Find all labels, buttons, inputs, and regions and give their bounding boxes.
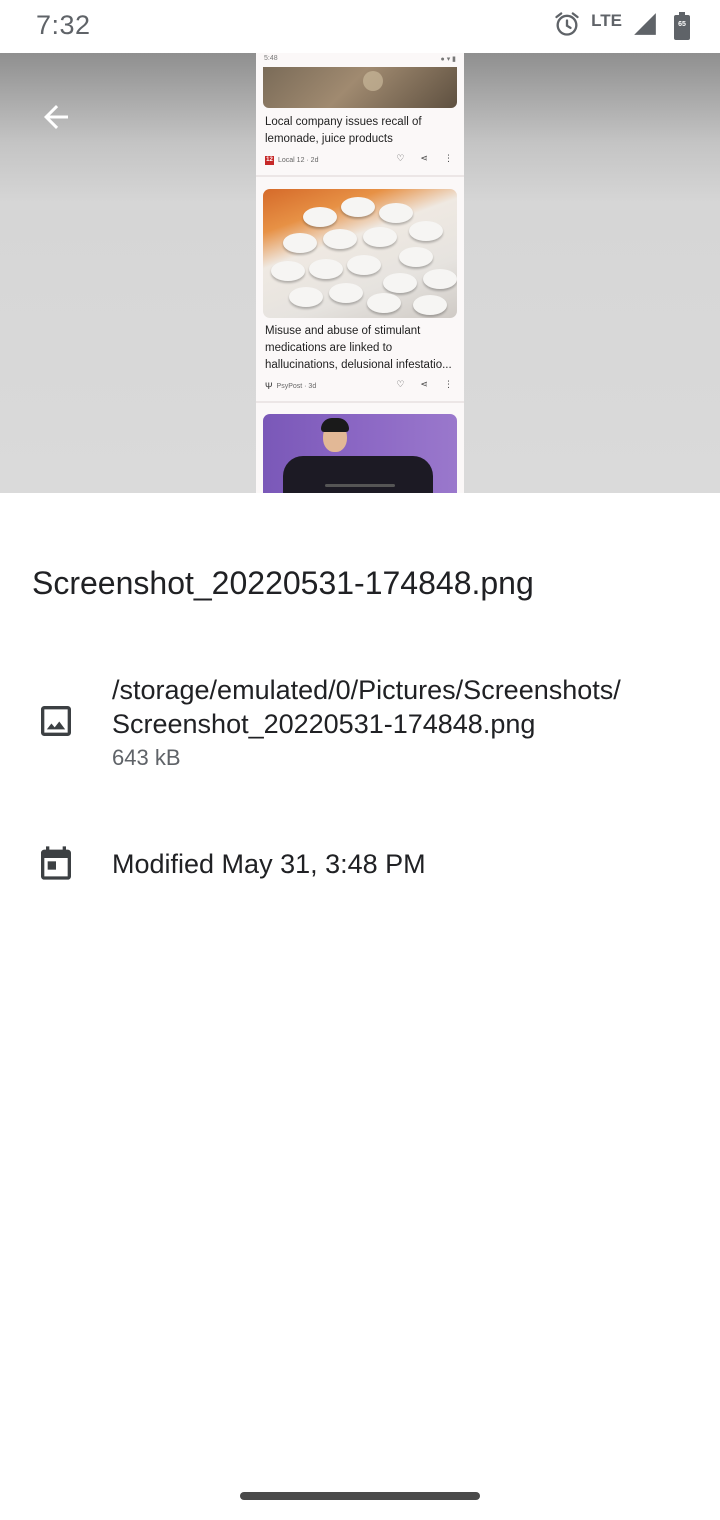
network-type: LTE <box>591 11 622 30</box>
file-name: Screenshot_20220531-174848.png <box>32 565 534 601</box>
source-logo: 12 <box>265 155 274 165</box>
share-icon: ⋖ <box>420 379 428 389</box>
image-icon <box>36 701 76 741</box>
more-icon: ⋮ <box>444 379 453 389</box>
card-source-row: Ψ PsyPost · 3d ♡ ⋖ ⋮ <box>265 379 457 393</box>
status-bar: 7:32 LTE 65 <box>0 0 720 53</box>
card-source: Local 12 · 2d <box>278 156 319 164</box>
heart-icon: ♡ <box>396 153 405 163</box>
file-path: /storage/emulated/0/Pictures/Screenshots… <box>112 673 621 775</box>
share-icon: ⋖ <box>420 153 428 163</box>
card-title: Local company issues recall of lemonade,… <box>265 116 422 145</box>
card-actions: ♡ ⋖ ⋮ <box>396 379 453 390</box>
card-actions: ♡ ⋖ ⋮ <box>396 153 453 164</box>
divider <box>256 175 464 177</box>
gesture-navigation-bar[interactable] <box>240 1492 480 1500</box>
card-title: Misuse and abuse of stimulant medication… <box>265 325 452 371</box>
mini-status-time: 5:48 <box>264 55 278 62</box>
mini-status-icons: ● ▾ ▮ <box>440 56 456 63</box>
signal-icon <box>632 11 658 42</box>
divider <box>256 401 464 403</box>
card-source: PsyPost · 3d <box>276 382 317 390</box>
file-path-line1: /storage/emulated/0/Pictures/Screenshots… <box>112 675 621 705</box>
battery-level: 65 <box>678 21 686 28</box>
source-logo: Ψ <box>265 381 273 391</box>
file-path-line2: Screenshot_20220531-174848.png <box>112 709 536 739</box>
heart-icon: ♡ <box>396 379 405 389</box>
details-panel: Screenshot_20220531-174848.png /storage/… <box>0 493 720 1520</box>
more-icon: ⋮ <box>444 153 453 163</box>
back-button[interactable] <box>30 93 82 145</box>
battery-icon: 65 <box>674 12 690 40</box>
image-preview[interactable]: 5:48 ● ▾ ▮ Local company issues recall o… <box>0 53 720 493</box>
card-source-row: 12 Local 12 · 2d ♡ ⋖ ⋮ <box>265 153 457 167</box>
mini-gesture-bar <box>325 484 395 487</box>
arrow-back-icon <box>38 99 74 140</box>
screenshot-thumbnail: 5:48 ● ▾ ▮ Local company issues recall o… <box>256 53 464 493</box>
card-image <box>263 67 457 108</box>
status-time: 7:32 <box>36 10 91 40</box>
status-icons: LTE 65 <box>553 10 690 42</box>
file-size: 643 kB <box>112 745 181 770</box>
card-image <box>263 414 457 493</box>
card-image <box>263 189 457 318</box>
modified-date: Modified May 31, 3:48 PM <box>112 849 426 879</box>
calendar-icon <box>36 843 76 883</box>
alarm-icon <box>553 10 581 43</box>
